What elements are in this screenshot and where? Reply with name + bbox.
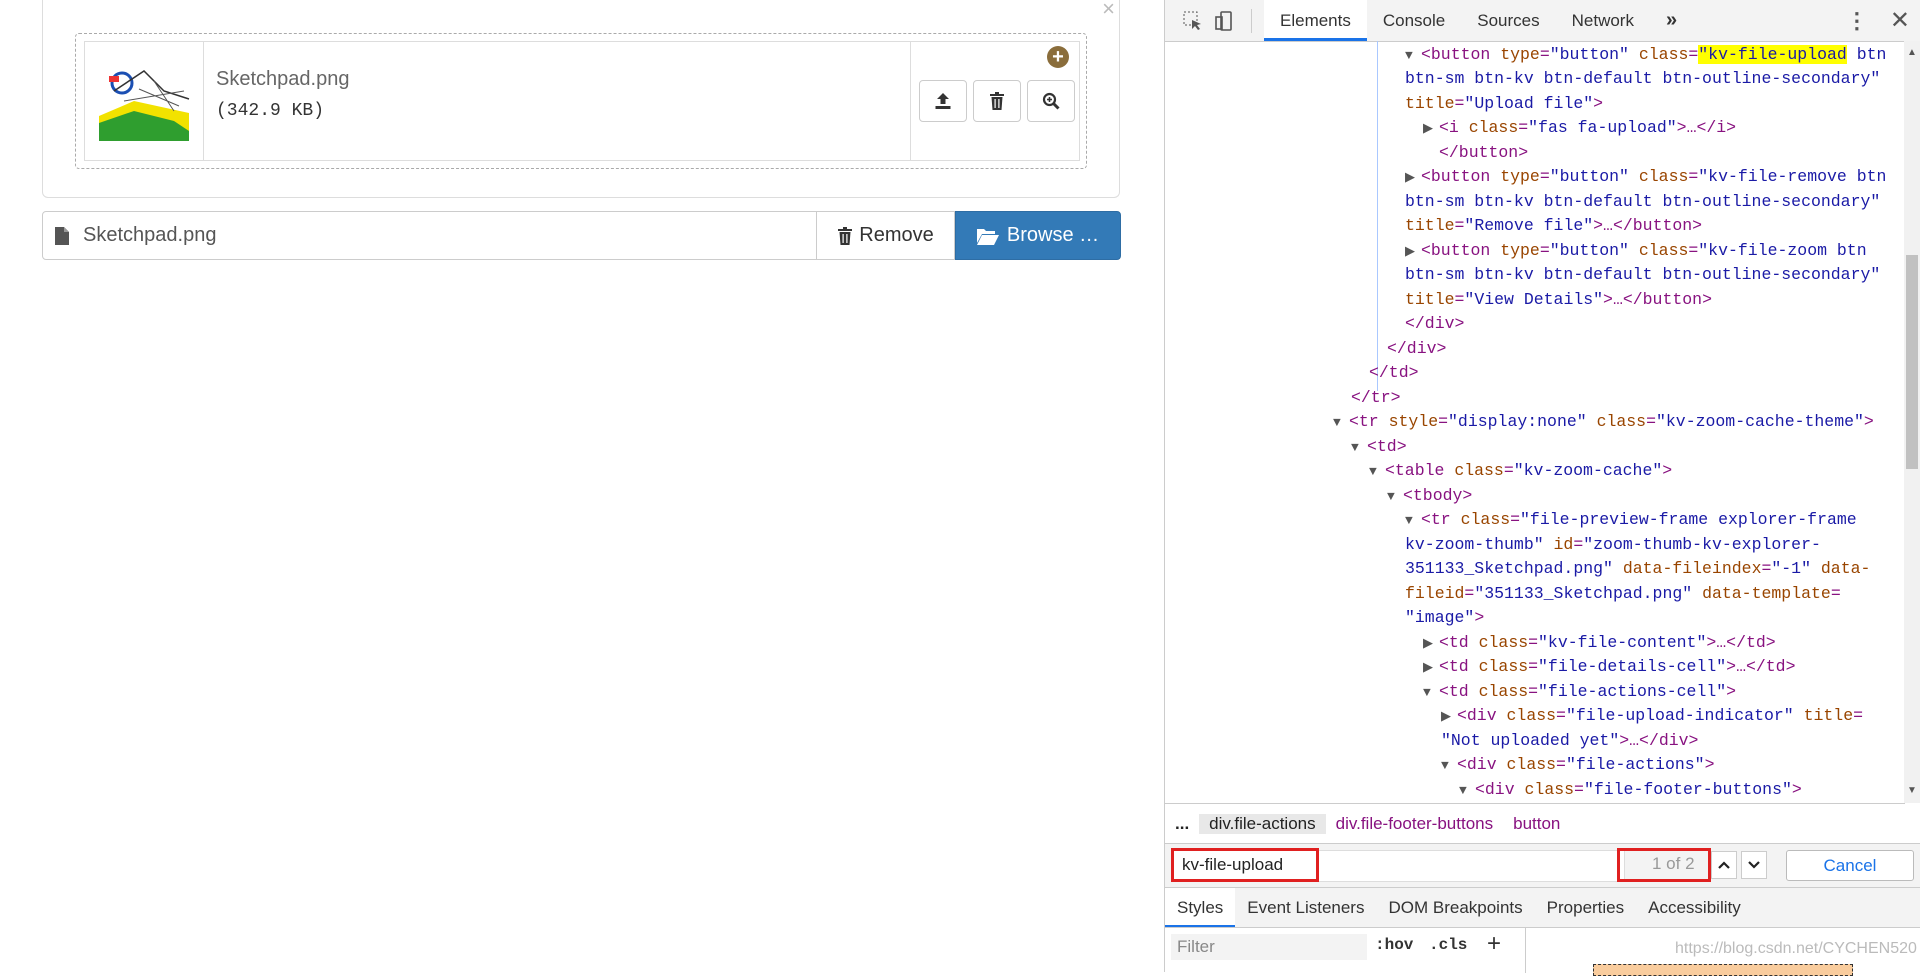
dom-node-remove-button[interactable]: ▶ <button type="button" class="kv-file-re… [1405,165,1886,191]
tab-network[interactable]: Network [1556,0,1650,41]
chevron-up-icon [1718,861,1730,869]
watermark: https://blog.csdn.net/CYCHEN520 [1675,940,1917,957]
new-style-rule-button[interactable]: + [1487,930,1501,958]
page-content: × Sketchpad.png (342.9 KB) + Sketchpad.p… [0,0,1164,972]
dom-attr-text: "Upload file" [1464,94,1594,113]
match-count: 1 of 2 [1652,854,1695,873]
breadcrumb: ... div.file-actions div.file-footer-but… [1165,803,1905,844]
dom-node-i[interactable]: ▶ <i class="fas fa-upload">…</i> [1423,116,1736,142]
dom-node-zoom-button[interactable]: ▶ <button type="button" class="kv-file-zo… [1405,239,1867,265]
dom-node-div-footer-buttons[interactable]: ▼ <div class="file-footer-buttons"> [1459,778,1802,803]
toolbar-divider [1251,8,1252,33]
upload-file-button[interactable] [919,80,967,122]
browse-button[interactable]: Browse … [955,211,1121,260]
tab-dom-breakpoints[interactable]: DOM Breakpoints [1376,888,1534,928]
remove-button-label: Remove [859,224,934,246]
remove-file-button[interactable] [973,80,1021,122]
preview-drop-zone: Sketchpad.png (342.9 KB) + [75,33,1087,169]
file-icon [55,226,69,245]
scroll-down-arrow-icon[interactable]: ▼ [1907,785,1917,796]
sidebar-tabs: Styles Event Listeners DOM Breakpoints P… [1165,887,1920,928]
dom-tree[interactable]: ▼ <button type="button" class="kv-file-up… [1165,41,1905,803]
file-input-group: Sketchpad.png Remove Browse … [42,211,1121,260]
chevron-down-icon [1748,861,1760,869]
dom-node-upload-button[interactable]: ▼ <button type="button" class="kv-file-up… [1405,43,1886,69]
breadcrumb-ellipsis[interactable]: ... [1165,814,1199,834]
breadcrumb-file-actions[interactable]: div.file-actions [1199,814,1326,834]
dom-node-tr-preview-frame[interactable]: ▼ <tr class="file-preview-frame explorer-… [1405,508,1857,534]
browse-button-label: Browse … [1006,224,1100,246]
dom-node-td-content[interactable]: ▶ <td class="kv-file-content">…</td> [1423,631,1776,657]
file-caption-name: Sketchpad.png [83,224,217,246]
cancel-search-button[interactable]: Cancel [1786,850,1914,881]
tab-sources[interactable]: Sources [1461,0,1555,41]
scrollbar-thumb[interactable] [1906,255,1918,469]
styles-toolbar: Filter :hov .cls + https://blog.csdn.net… [1165,927,1920,976]
file-preview-frame: Sketchpad.png (342.9 KB) + [84,41,1080,161]
search-match-highlight: "kv-file-upload [1698,45,1847,64]
view-details-button[interactable] [1027,80,1075,122]
dom-node-tr-zoom-cache[interactable]: ▼ <tr style="display:none" class="kv-zoom… [1333,410,1874,436]
upload-icon [935,93,951,109]
dom-tree-guide-line [1377,41,1378,391]
dom-node-div-indicator[interactable]: ▶ <div class="file-upload-indicator" titl… [1441,704,1863,730]
kebab-menu-icon[interactable]: ⋮ [1846,8,1868,34]
hov-toggle[interactable]: :hov [1375,936,1413,954]
device-toolbar-icon[interactable] [1211,7,1239,35]
breadcrumb-button[interactable]: button [1503,814,1570,834]
file-preview: × Sketchpad.png (342.9 KB) + [42,0,1120,198]
box-model-preview [1593,964,1853,976]
pane-divider [1525,928,1526,973]
file-details-cell: Sketchpad.png (342.9 KB) [204,42,910,160]
cls-toggle[interactable]: .cls [1429,936,1467,954]
close-preview-icon[interactable]: × [1102,0,1115,20]
styles-filter-input[interactable]: Filter [1171,934,1367,960]
tab-event-listeners[interactable]: Event Listeners [1235,888,1376,928]
annotation-box-search [1171,848,1319,882]
tab-accessibility[interactable]: Accessibility [1636,888,1753,928]
dom-tree-scrollbar[interactable]: ▲ ▼ [1904,41,1920,803]
file-size: (342.9 KB) [216,101,325,121]
trash-icon [990,92,1004,110]
dom-node-table[interactable]: ▼ <table class="kv-zoom-cache"> [1369,459,1672,485]
upload-indicator-plus-icon: + [1047,46,1069,68]
dom-node-td[interactable]: ▼ <td> [1351,435,1407,461]
tab-elements[interactable]: Elements [1264,0,1367,41]
next-match-button[interactable] [1741,851,1767,879]
tab-styles[interactable]: Styles [1165,888,1236,928]
remove-button[interactable]: Remove [817,211,955,260]
tab-console[interactable]: Console [1367,0,1461,41]
zoom-in-icon [1042,92,1060,110]
file-name: Sketchpad.png [216,68,350,90]
dom-attr-text: btn-sm btn-kv btn-default btn-outline-se… [1405,69,1881,88]
close-devtools-icon[interactable]: ✕ [1890,6,1910,35]
more-tabs-chevron-icon[interactable]: » [1650,0,1693,41]
breadcrumb-footer-buttons[interactable]: div.file-footer-buttons [1326,814,1503,834]
find-bar: kv-file-upload 1 of 2 Cancel [1165,843,1920,888]
dom-node-td-actions[interactable]: ▼ <td class="file-actions-cell"> [1423,680,1736,706]
devtools-tabbar: Elements Console Sources Network » ⋮ ✕ [1165,0,1920,42]
file-thumbnail-cell [85,42,204,160]
trash-icon [838,226,853,245]
dom-node-td-details[interactable]: ▶ <td class="file-details-cell">…</td> [1423,655,1795,681]
file-thumbnail-image[interactable] [94,61,194,141]
scroll-up-arrow-icon[interactable]: ▲ [1907,47,1917,58]
inspect-element-icon[interactable] [1179,7,1207,35]
dom-node-tbody[interactable]: ▼ <tbody> [1387,484,1472,510]
tab-properties[interactable]: Properties [1535,888,1636,928]
previous-match-button[interactable] [1711,851,1737,879]
dom-node-div-file-actions[interactable]: ▼ <div class="file-actions"> [1441,753,1714,779]
devtools-panel: Elements Console Sources Network » ⋮ ✕ ▼… [1164,0,1920,976]
file-caption[interactable]: Sketchpad.png [42,211,817,260]
file-actions-cell: + [910,42,1079,160]
folder-open-icon [976,228,999,245]
file-footer-buttons [919,80,1075,122]
devtools-window-controls: ⋮ ✕ [1846,0,1910,41]
